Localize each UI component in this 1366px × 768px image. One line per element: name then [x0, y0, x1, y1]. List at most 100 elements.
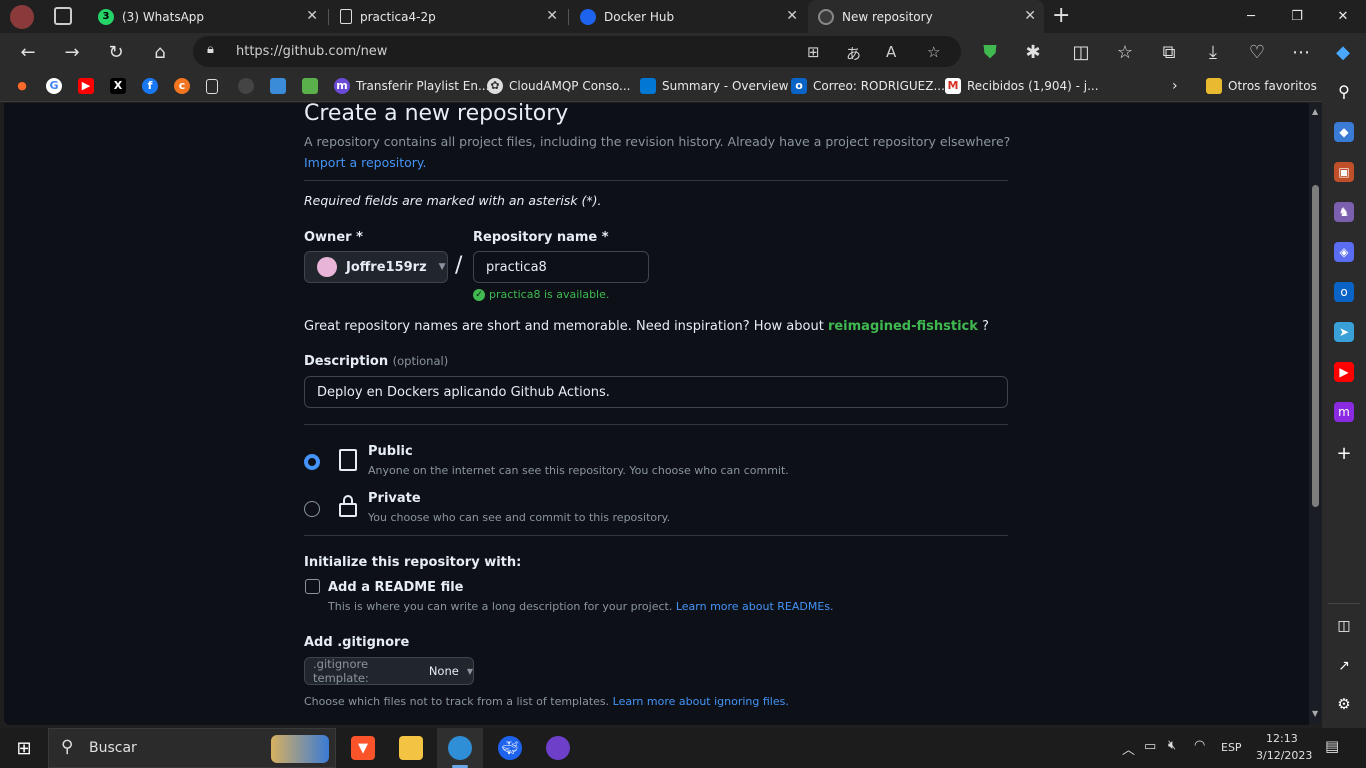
send-icon[interactable]: ➤ — [1334, 322, 1354, 342]
readme-learn-more-link[interactable]: Learn more about READMEs. — [676, 600, 834, 613]
fav-correo[interactable]: o Correo: RODRIGUEZ... — [791, 77, 945, 95]
performance-icon[interactable]: ♡ — [1244, 39, 1270, 65]
search-icon[interactable]: ⚲ — [1334, 82, 1354, 102]
x-icon[interactable]: X — [110, 77, 132, 95]
windows-start-icon[interactable]: ⊞ — [12, 736, 36, 760]
youtube-icon[interactable]: ▶ — [78, 77, 100, 95]
shopping-icon[interactable]: ◆ — [1334, 122, 1354, 142]
collections-icon[interactable]: ⧉ — [1156, 39, 1182, 65]
gitignore-learn-more-link[interactable]: Learn more about ignoring files. — [613, 695, 789, 708]
search-icon: ⚲ — [61, 737, 74, 757]
close-icon[interactable]: ✕ — [546, 8, 558, 24]
docker-desktop-icon[interactable]: 🐳︎ — [498, 736, 522, 760]
description-label: Description (optional) — [304, 354, 449, 369]
outlook-icon[interactable]: o — [1334, 282, 1354, 302]
add-icon[interactable]: + — [1334, 444, 1354, 464]
close-icon[interactable]: ✕ — [1024, 8, 1036, 24]
page-scrollbar[interactable]: ▲ ▼ — [1309, 103, 1322, 725]
youtube-icon[interactable]: ▶ — [1334, 362, 1354, 382]
gitignore-template-dropdown[interactable]: .gitignore template: None ▼ — [304, 657, 474, 685]
wifi-icon[interactable]: ◠ — [1194, 738, 1205, 753]
lock-icon — [339, 503, 357, 517]
chevron-right-icon[interactable]: › — [1172, 77, 1178, 95]
shield-icon[interactable]: ⛊ — [977, 39, 1003, 65]
github-desktop-icon[interactable] — [546, 736, 570, 760]
fav-cloudamqp[interactable]: ✿ CloudAMQP Conso... — [487, 77, 631, 95]
read-aloud-icon[interactable]: A — [886, 43, 896, 61]
taskbar-search[interactable]: ⚲ Buscar — [48, 728, 336, 768]
back-button[interactable]: ← — [15, 39, 41, 65]
apps-icon[interactable]: ⊞ — [807, 43, 820, 61]
games-icon[interactable]: ♞ — [1334, 202, 1354, 222]
restore-button[interactable]: ❐ — [1274, 0, 1320, 33]
tab-practica4[interactable]: practica4-2p ✕ — [330, 0, 566, 33]
inspiration-text: Great repository names are short and mem… — [304, 319, 989, 334]
tab-whatsapp[interactable]: 3 (3) WhatsApp ✕ — [88, 0, 326, 33]
translate-icon[interactable]: あ — [846, 43, 861, 64]
page-icon[interactable] — [206, 77, 224, 95]
tab-docker-hub[interactable]: Docker Hub ✕ — [570, 0, 806, 33]
suggested-name-link[interactable]: reimagined-fishstick — [828, 319, 978, 334]
address-bar[interactable]: 🔒︎ https://github.com/new ⊞ あ A ☆ — [193, 36, 961, 67]
owner-dropdown[interactable]: Joffre159rz ▼ — [304, 251, 448, 283]
close-window-button[interactable]: ✕ — [1320, 0, 1366, 33]
repository-name-input[interactable]: practica8 — [473, 251, 649, 283]
google-icon[interactable]: G — [46, 77, 68, 95]
colorful-icon[interactable] — [302, 77, 324, 95]
cloud-icon[interactable] — [270, 77, 292, 95]
facebook-icon[interactable]: f — [142, 77, 164, 95]
gear-icon[interactable]: ⚙ — [1334, 694, 1354, 714]
close-icon[interactable]: ✕ — [306, 8, 318, 24]
copilot-icon[interactable]: ◆ — [1330, 39, 1356, 65]
forward-button[interactable]: → — [59, 39, 85, 65]
file-explorer-icon[interactable] — [399, 736, 423, 760]
chevron-up-icon[interactable]: ︿ — [1122, 739, 1135, 758]
globe-icon[interactable] — [238, 77, 260, 95]
tab-new-repository[interactable]: New repository ✕ — [808, 0, 1044, 33]
repo-icon — [339, 449, 357, 471]
page-subtitle: A repository contains all project files,… — [304, 134, 1011, 149]
extensions-icon[interactable]: ✱ — [1020, 39, 1046, 65]
edge-icon[interactable] — [448, 736, 472, 760]
notifications-icon[interactable]: ▤ — [1325, 737, 1339, 755]
split-screen-icon[interactable]: ◫ — [1068, 39, 1094, 65]
language-indicator[interactable]: ESP — [1221, 741, 1242, 754]
fav-transferir-playlist[interactable]: m Transferir Playlist En... — [334, 77, 489, 95]
profile-avatar[interactable] — [10, 5, 34, 29]
external-link-icon[interactable]: ↗ — [1334, 656, 1354, 676]
private-radio[interactable] — [304, 501, 320, 517]
tab-title: New repository — [842, 9, 933, 24]
brave-icon[interactable]: ▼ — [351, 736, 375, 760]
more-menu-icon[interactable]: ⋯ — [1288, 39, 1314, 65]
sidebar-toggle-icon[interactable]: ◫ — [1334, 616, 1354, 636]
tools-icon[interactable]: ▣ — [1334, 162, 1354, 182]
home-button[interactable]: ⌂ — [147, 39, 173, 65]
new-tab-button[interactable]: + — [1052, 3, 1070, 28]
fire-icon[interactable]: ● — [14, 77, 36, 95]
volume-muted-icon[interactable]: 🔇︎ — [1168, 738, 1176, 753]
workspaces-icon[interactable] — [54, 7, 72, 25]
import-repository-link[interactable]: Import a repository. — [304, 155, 427, 170]
m-app-icon[interactable]: m — [1334, 402, 1354, 422]
refresh-button[interactable]: ↻ — [103, 39, 129, 65]
fav-otros-favoritos[interactable]: Otros favoritos — [1206, 77, 1317, 95]
favorites-icon[interactable]: ☆ — [1112, 39, 1138, 65]
public-radio[interactable] — [304, 454, 320, 470]
clock-date[interactable]: 3/12/2023 — [1256, 749, 1312, 762]
m365-icon[interactable]: ◈ — [1334, 242, 1354, 262]
scrollbar-thumb[interactable] — [1312, 185, 1319, 507]
url-text: https://github.com/new — [236, 44, 388, 59]
fav-summary-overview[interactable]: Summary - Overview — [640, 77, 788, 95]
description-input[interactable]: Deploy en Dockers aplicando Github Actio… — [304, 376, 1008, 408]
crunchyroll-icon[interactable]: c — [174, 77, 196, 95]
fav-recibidos[interactable]: M Recibidos (1,904) - j... — [945, 77, 1099, 95]
clock-time[interactable]: 12:13 — [1266, 732, 1298, 745]
readme-checkbox[interactable] — [305, 579, 320, 594]
downloads-icon[interactable]: ⤓ — [1200, 39, 1226, 65]
minimize-button[interactable]: ─ — [1228, 0, 1274, 33]
lock-icon[interactable]: 🔒︎ — [207, 42, 214, 57]
favorite-star-icon[interactable]: ☆ — [927, 43, 940, 61]
close-icon[interactable]: ✕ — [786, 8, 798, 24]
availability-status: ✓ practica8 is available. — [473, 288, 609, 301]
network-icon[interactable]: ▭ — [1144, 739, 1156, 754]
